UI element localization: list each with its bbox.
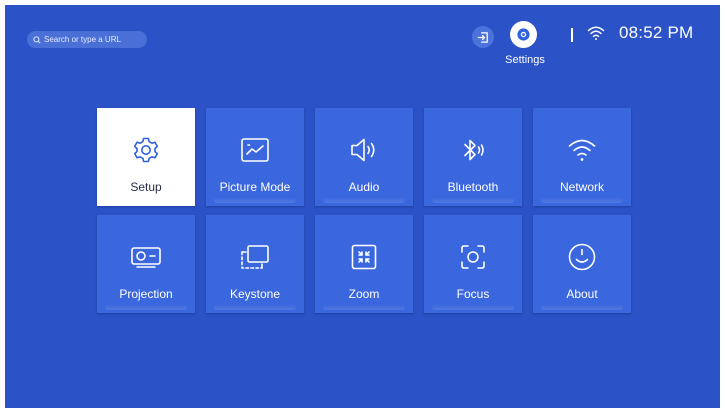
tile-projection[interactable]: Projection <box>97 215 195 313</box>
gear-icon <box>129 133 163 167</box>
tile-label: Projection <box>119 287 173 301</box>
settings-icon <box>517 28 530 41</box>
launcher-screen: Settings 08:52 PM Setup <box>5 5 720 408</box>
zoom-icon <box>347 240 381 274</box>
smiley-icon <box>565 240 599 274</box>
settings-button[interactable] <box>510 21 537 48</box>
tile-label: Picture Mode <box>219 180 291 194</box>
tile-zoom[interactable]: Zoom <box>315 215 413 313</box>
tile-network[interactable]: Network <box>533 108 631 206</box>
input-source-button[interactable] <box>472 26 494 48</box>
tile-picture-mode[interactable]: Picture Mode <box>206 108 304 206</box>
settings-menu-grid: Setup Picture Mode Audio Bluetooth Netwo… <box>97 108 632 313</box>
focus-icon <box>456 240 490 274</box>
tile-focus[interactable]: Focus <box>424 215 522 313</box>
speaker-icon <box>347 133 381 167</box>
wifi-status-icon <box>587 25 605 46</box>
bluetooth-icon <box>456 133 490 167</box>
projector-icon <box>129 240 163 274</box>
status-bar: Settings 08:52 PM <box>5 5 720 85</box>
tile-label: Keystone <box>229 287 281 301</box>
settings-label: Settings <box>505 54 545 66</box>
tile-keystone[interactable]: Keystone <box>206 215 304 313</box>
clock: 08:52 PM <box>619 23 694 42</box>
tile-label: About <box>566 287 598 301</box>
tile-label: Focus <box>456 287 490 301</box>
tile-label: Bluetooth <box>447 180 499 194</box>
status-divider <box>571 28 573 42</box>
tile-bluetooth[interactable]: Bluetooth <box>424 108 522 206</box>
input-source-icon <box>477 31 488 43</box>
tile-label: Setup <box>130 180 162 194</box>
tile-label: Network <box>559 180 604 194</box>
wifi-icon <box>565 133 599 167</box>
tile-setup[interactable]: Setup <box>97 108 195 206</box>
keystone-icon <box>238 240 272 274</box>
tile-label: Audio <box>348 180 380 194</box>
tile-audio[interactable]: Audio <box>315 108 413 206</box>
picture-icon <box>238 133 272 167</box>
tile-label: Zoom <box>348 287 380 301</box>
tile-about[interactable]: About <box>533 215 631 313</box>
